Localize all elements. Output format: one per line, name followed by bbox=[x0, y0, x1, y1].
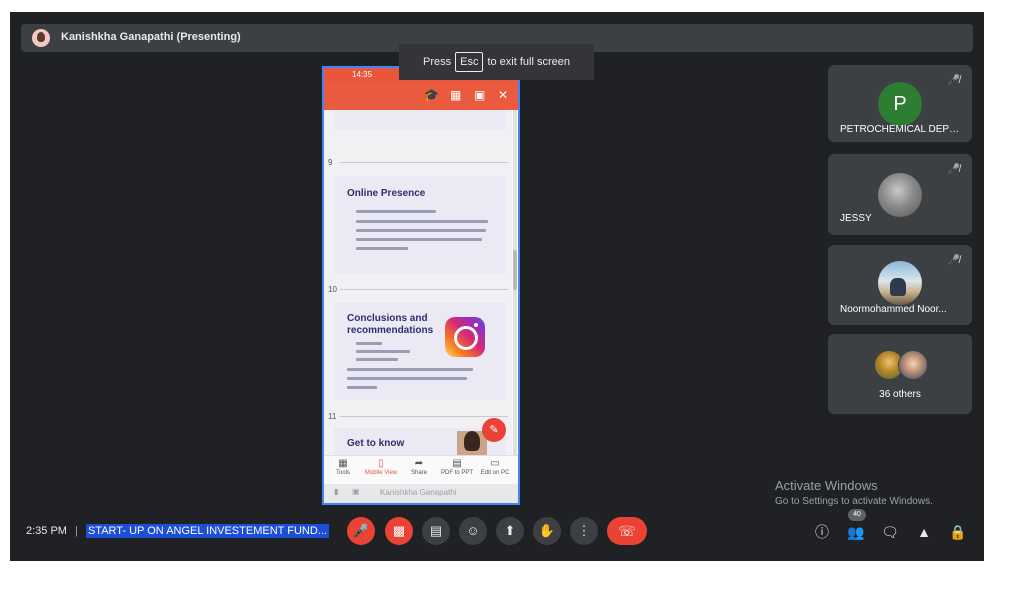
grid-icon: ▦ bbox=[338, 458, 348, 469]
slide-text-line bbox=[356, 229, 486, 232]
phone-status-time: 14:35 bbox=[352, 70, 373, 79]
participant-avatar bbox=[878, 173, 922, 217]
slide-text-line bbox=[356, 342, 382, 345]
page-number: 10 bbox=[328, 285, 337, 294]
activities-icon[interactable]: ▲ bbox=[913, 521, 935, 543]
pin-icon: ▮ bbox=[334, 487, 339, 496]
participant-avatar bbox=[878, 261, 922, 305]
grid-view-icon[interactable]: ▦ bbox=[450, 89, 461, 101]
mic-off-icon: 🎤̸ bbox=[947, 75, 960, 86]
edit-pencil-icon[interactable]: ✎ bbox=[482, 418, 506, 442]
meeting-info: 2:35 PM | START- UP ON ANGEL INVESTEMENT… bbox=[26, 524, 329, 538]
slide-text-line bbox=[347, 386, 377, 389]
slide-text-line bbox=[356, 247, 408, 250]
more-options-button[interactable]: ⋮ bbox=[570, 517, 598, 545]
slide-text-line bbox=[356, 220, 488, 223]
bottom-presenter-name: Kanishkha Ganapathi bbox=[380, 488, 457, 497]
participant-tile-noormohammed[interactable]: 🎤̸ Noormohammed Noor... bbox=[828, 245, 972, 325]
clock-time: 2:35 PM bbox=[26, 525, 67, 537]
document-scrollbar[interactable] bbox=[513, 110, 517, 455]
tip-prefix: Press bbox=[422, 56, 452, 68]
activate-title: Activate Windows bbox=[775, 478, 878, 493]
present-screen-button[interactable]: ⬆ bbox=[496, 517, 524, 545]
slide-conclusions: Conclusions and recommendations bbox=[334, 303, 506, 400]
page-number: 11 bbox=[328, 412, 337, 421]
slide-text-line bbox=[347, 377, 467, 380]
instagram-logo-icon bbox=[445, 317, 485, 357]
tab-tools[interactable]: ▦ Tools bbox=[324, 458, 362, 476]
people-icon[interactable]: 👥 bbox=[845, 521, 867, 543]
ppt-icon: ▤ bbox=[452, 458, 462, 469]
camera-off-button[interactable]: ▩ bbox=[385, 517, 413, 545]
host-controls-lock-icon[interactable]: 🔒 bbox=[947, 521, 969, 543]
participant-name: PETROCHEMICAL DEPT... bbox=[840, 124, 962, 135]
mic-off-button[interactable]: 🎤 bbox=[347, 517, 375, 545]
shared-screen: 14:35 🎓 ▦ ▣ ✕ 9 Online Presence 10 Concl… bbox=[322, 66, 520, 505]
save-icon[interactable]: ▣ bbox=[474, 89, 485, 101]
slide-online-presence: Online Presence bbox=[334, 176, 506, 274]
page-divider bbox=[340, 162, 508, 163]
slide-title: Online Presence bbox=[347, 188, 426, 199]
tab-pdf-to-ppt[interactable]: ▤ PDF to PPT bbox=[438, 458, 476, 476]
slide-title: Get to know bbox=[347, 438, 405, 449]
participant-avatar bbox=[898, 350, 928, 380]
presenter-name: Kanishkha Ganapathi (Presenting) bbox=[61, 31, 241, 43]
others-avatars bbox=[874, 350, 930, 380]
monitor-icon: ▣ bbox=[352, 487, 360, 496]
tab-mobile-view[interactable]: ▯ Mobile View bbox=[362, 458, 400, 476]
tab-edit-on-pc[interactable]: ▭ Edit on PC bbox=[476, 458, 514, 476]
slide-text-line bbox=[356, 210, 436, 213]
fullscreen-tip: Press Esc to exit full screen bbox=[399, 44, 594, 80]
scroll-thumb[interactable] bbox=[513, 250, 517, 290]
close-icon[interactable]: ✕ bbox=[498, 89, 508, 101]
participant-tile-jessy[interactable]: 🎤̸ JESSY bbox=[828, 154, 972, 235]
mic-off-icon: 🎤̸ bbox=[947, 255, 960, 266]
presenter-avatar bbox=[32, 29, 50, 47]
graduation-cap-icon[interactable]: 🎓 bbox=[424, 89, 439, 101]
tab-label: Mobile View bbox=[364, 470, 398, 476]
meeting-details-icon[interactable]: ⓘ bbox=[811, 521, 833, 543]
tab-label: PDF to PPT bbox=[440, 470, 473, 476]
pc-icon: ▭ bbox=[490, 458, 500, 469]
chat-icon[interactable]: 🗨 bbox=[879, 521, 901, 543]
emoji-reactions-button[interactable]: ☺ bbox=[459, 517, 487, 545]
document-toolbar: 🎓 ▦ ▣ ✕ bbox=[324, 82, 518, 110]
slide-previous bbox=[334, 110, 506, 130]
activate-subtitle: Go to Settings to activate Windows. bbox=[775, 496, 933, 507]
raise-hand-button[interactable]: ✋ bbox=[533, 517, 561, 545]
mobile-icon: ▯ bbox=[378, 458, 384, 469]
tab-label: Tools bbox=[335, 470, 350, 476]
phone-bottom-strip: ▮ ▣ Kanishkha Ganapathi bbox=[324, 484, 518, 503]
page-number: 9 bbox=[328, 158, 333, 167]
slide-text-line bbox=[347, 368, 473, 371]
document-view: 9 Online Presence 10 Conclusions and rec… bbox=[324, 110, 512, 455]
participant-name: Noormohammed Noor... bbox=[840, 304, 947, 315]
participant-tile-petrochemical[interactable]: 🎤̸ P PETROCHEMICAL DEPT... bbox=[828, 65, 972, 142]
slide-text-line bbox=[356, 350, 410, 353]
windows-activation-watermark: Activate Windows Go to Settings to activ… bbox=[775, 478, 933, 507]
esc-key: Esc bbox=[455, 52, 484, 72]
slide-text-line bbox=[356, 358, 398, 361]
tab-label: Edit on PC bbox=[480, 470, 510, 476]
participant-avatar: P bbox=[878, 82, 922, 126]
document-bottom-tabs: ▦ Tools ▯ Mobile View ➦ Share ▤ PDF to P… bbox=[324, 455, 518, 484]
captions-button[interactable]: ▤ bbox=[422, 517, 450, 545]
participant-name: JESSY bbox=[840, 213, 872, 224]
tab-share[interactable]: ➦ Share bbox=[400, 458, 438, 476]
leave-call-button[interactable]: ☏ bbox=[607, 517, 647, 545]
meet-window: Kanishkha Ganapathi (Presenting) 14:35 🎓… bbox=[10, 12, 984, 561]
separator: | bbox=[75, 525, 78, 537]
tab-label: Share bbox=[410, 470, 427, 476]
page-divider bbox=[340, 289, 508, 290]
page-divider bbox=[340, 416, 508, 417]
others-count: 36 others bbox=[879, 389, 921, 400]
participant-count-badge: 40 bbox=[848, 509, 866, 521]
slide-text-line bbox=[356, 238, 482, 241]
slide-title: Conclusions and recommendations bbox=[347, 313, 434, 336]
mic-off-icon: 🎤̸ bbox=[947, 164, 960, 175]
meeting-title[interactable]: START- UP ON ANGEL INVESTEMENT FUND... bbox=[85, 524, 329, 538]
share-icon: ➦ bbox=[414, 458, 424, 469]
tip-suffix: to exit full screen bbox=[487, 56, 570, 68]
participant-tile-others[interactable]: 36 others bbox=[828, 334, 972, 414]
